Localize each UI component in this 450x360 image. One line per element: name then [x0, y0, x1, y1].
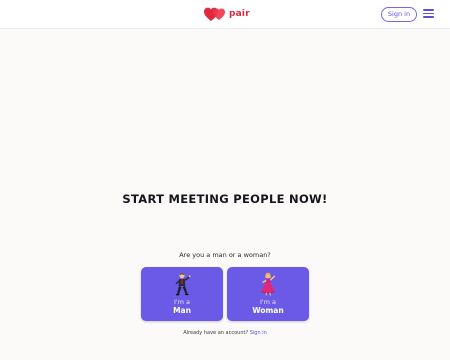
account-prompt-text: Already have an account? — [183, 330, 249, 336]
account-prompt-row: Already have an account? Sign in — [100, 330, 350, 336]
woman-option-label: Woman — [252, 306, 284, 315]
brand-logo[interactable]: pair — [204, 6, 250, 22]
hamburger-menu-icon[interactable] — [423, 9, 434, 18]
woman-option-button[interactable]: I'm a Woman — [227, 267, 309, 321]
page-title: START MEETING PEOPLE NOW! — [122, 192, 328, 206]
woman-dancing-icon — [261, 272, 276, 296]
gender-question: Are you a man or a woman? — [179, 251, 271, 259]
man-option-button[interactable]: I'm a Man — [141, 267, 223, 321]
header-signin-button[interactable]: Sign in — [381, 7, 417, 22]
man-dancing-icon — [175, 273, 191, 296]
man-option-label: Man — [173, 306, 191, 315]
woman-option-prefix: I'm a — [259, 298, 277, 306]
footer-signin-link[interactable]: Sign in — [250, 330, 267, 336]
top-header: pair Sign in — [0, 0, 450, 29]
man-option-prefix: I'm a — [173, 298, 191, 306]
logo-text: pair — [229, 9, 250, 19]
hearts-logo-icon — [204, 7, 225, 21]
